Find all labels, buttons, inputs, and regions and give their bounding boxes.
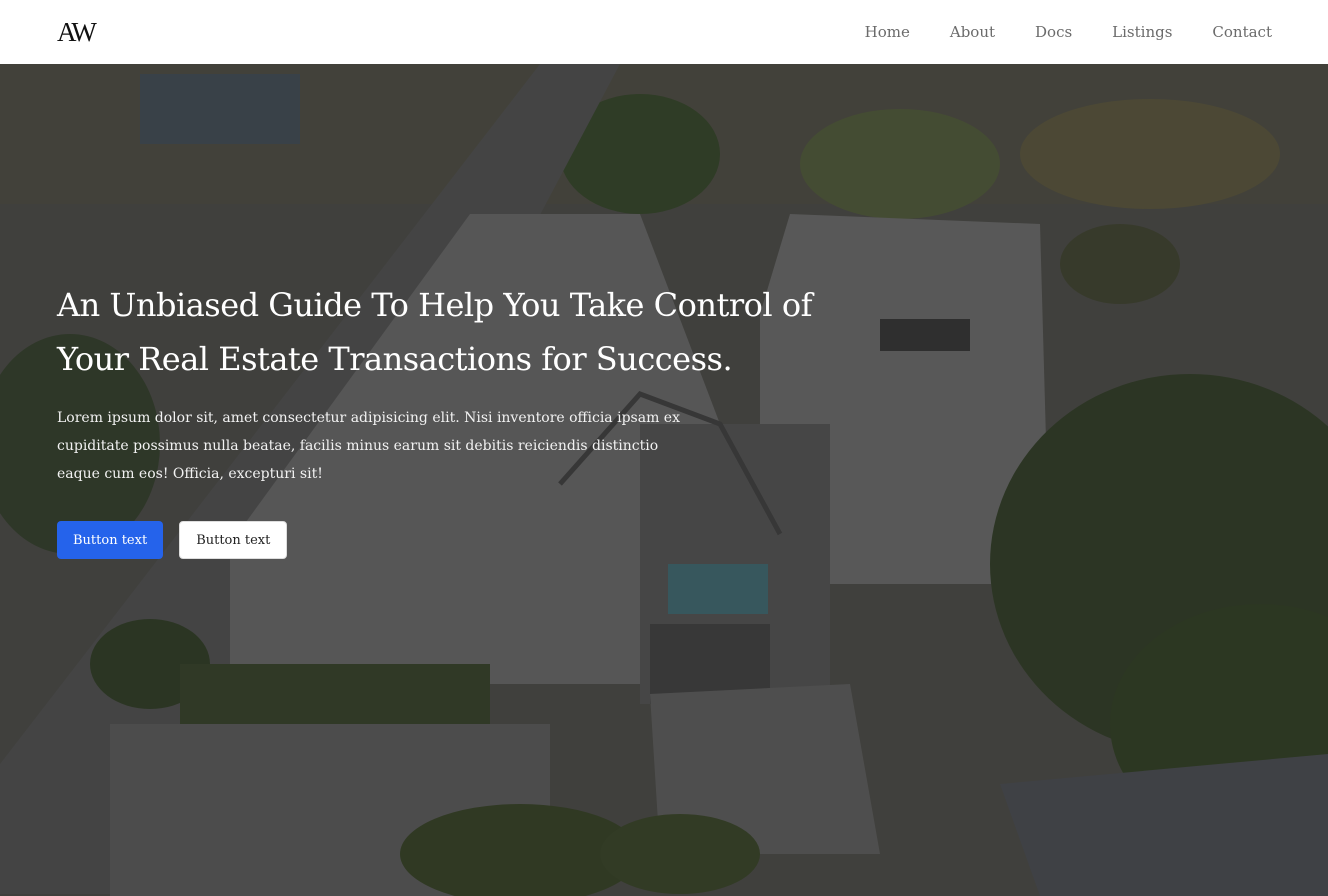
nav-link-docs[interactable]: Docs <box>1035 23 1072 41</box>
secondary-cta-button[interactable]: Button text <box>179 521 288 559</box>
hero-title: An Unbiased Guide To Help You Take Contr… <box>57 286 812 378</box>
top-navbar: AW Home About Docs Listings Contact <box>0 0 1328 64</box>
nav-link-about[interactable]: About <box>950 23 995 41</box>
hero-content: An Unbiased Guide To Help You Take Contr… <box>57 278 817 559</box>
nav-link-home[interactable]: Home <box>865 23 910 41</box>
main-nav: Home About Docs Listings Contact <box>825 23 1272 41</box>
nav-link-listings[interactable]: Listings <box>1112 23 1172 41</box>
brand-logo[interactable]: AW <box>57 17 97 48</box>
hero-actions: Button text Button text <box>57 521 817 559</box>
nav-link-contact[interactable]: Contact <box>1212 23 1272 41</box>
hero-description: Lorem ipsum dolor sit, amet consectetur … <box>57 410 680 482</box>
primary-cta-button[interactable]: Button text <box>57 521 164 559</box>
hero-section: An Unbiased Guide To Help You Take Contr… <box>0 64 1328 896</box>
